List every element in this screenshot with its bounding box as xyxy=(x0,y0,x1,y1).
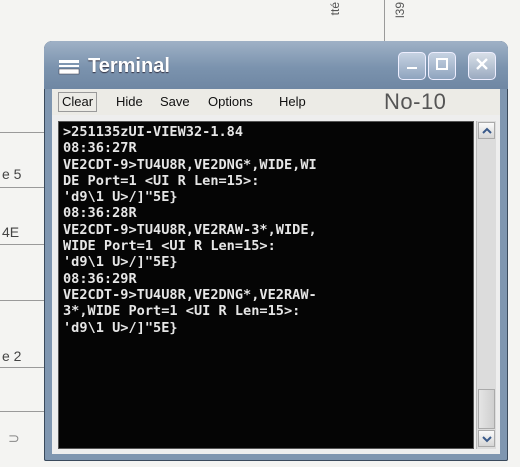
bg-divider xyxy=(0,367,44,368)
console-line: 3*,WIDE Port=1 <UI R Len=15>: xyxy=(63,303,301,320)
figure-label: No-10 xyxy=(384,89,447,114)
console-line: DE Port=1 <UI R Len=15>: xyxy=(63,172,260,189)
console-line: 08:36:28R xyxy=(63,205,137,222)
vertical-scrollbar[interactable] xyxy=(476,121,496,449)
scroll-down-button[interactable] xyxy=(478,430,495,447)
console-line: 08:36:27R xyxy=(63,140,137,157)
scroll-up-icon xyxy=(481,122,492,140)
console-line: 'd9\1 U>/]"5E} xyxy=(63,254,178,271)
terminal-icon xyxy=(58,59,80,75)
console-line: VE2CDT-9>TU4U8R,VE2DNG*,VE2RAW- xyxy=(63,286,317,303)
menu-clear[interactable]: Clear xyxy=(58,92,98,112)
console-line: 08:36:29R xyxy=(63,270,137,287)
bg-divider xyxy=(0,187,44,188)
menu-bar: Clear Hide Save Options Help No-10 xyxy=(52,89,500,115)
console-output[interactable]: >251135zUI-VIEW32-1.84 08:36:27R VE2CDT-… xyxy=(58,121,474,449)
bg-divider xyxy=(0,300,44,301)
terminal-client: >251135zUI-VIEW32-1.84 08:36:27R VE2CDT-… xyxy=(52,115,500,454)
menu-help[interactable]: Help xyxy=(279,94,306,109)
bg-fragment: e 5 xyxy=(2,166,22,182)
menu-save[interactable]: Save xyxy=(160,94,190,109)
bg-divider xyxy=(0,244,44,245)
menu-options[interactable]: Options xyxy=(208,94,253,109)
window-title: Terminal xyxy=(88,55,170,77)
scroll-up-button[interactable] xyxy=(478,122,495,139)
console-line: VE2CDT-9>TU4U8R,VE2DNG*,WIDE,WI xyxy=(63,156,317,173)
bg-fragment: e 2 xyxy=(2,348,22,364)
console-line: >251135zUI-VIEW32-1.84 xyxy=(63,124,244,140)
bg-divider xyxy=(0,132,44,133)
bg-divider xyxy=(0,411,44,412)
maximize-icon xyxy=(435,57,449,76)
title-bar[interactable]: Terminal xyxy=(44,41,508,89)
console-line: WIDE Port=1 <UI R Len=15>: xyxy=(63,238,276,255)
bg-vertical-text: tté xyxy=(328,2,342,16)
maximize-button[interactable] xyxy=(428,52,456,80)
console-line: VE2CDT-9>TU4U8R,VE2RAW-3*,WIDE, xyxy=(63,221,317,238)
console-line: 'd9\1 U>/]"5E} xyxy=(63,319,178,336)
bg-fragment: 4E xyxy=(2,224,20,240)
bg-vertical-text: l39 xyxy=(393,2,407,19)
minimize-icon xyxy=(405,57,419,76)
minimize-button[interactable] xyxy=(398,52,426,80)
terminal-window: Terminal Clear Hide Save Options Help No… xyxy=(44,41,508,461)
menu-hide[interactable]: Hide xyxy=(116,94,143,109)
scrollbar-thumb[interactable] xyxy=(478,389,495,429)
close-button[interactable] xyxy=(468,52,496,80)
bg-divider xyxy=(384,0,385,41)
bg-fragment: ⊃ xyxy=(8,430,20,446)
close-icon xyxy=(474,56,490,77)
scroll-down-icon xyxy=(481,430,492,448)
console-line: 'd9\1 U>/]"5E} xyxy=(63,189,178,206)
